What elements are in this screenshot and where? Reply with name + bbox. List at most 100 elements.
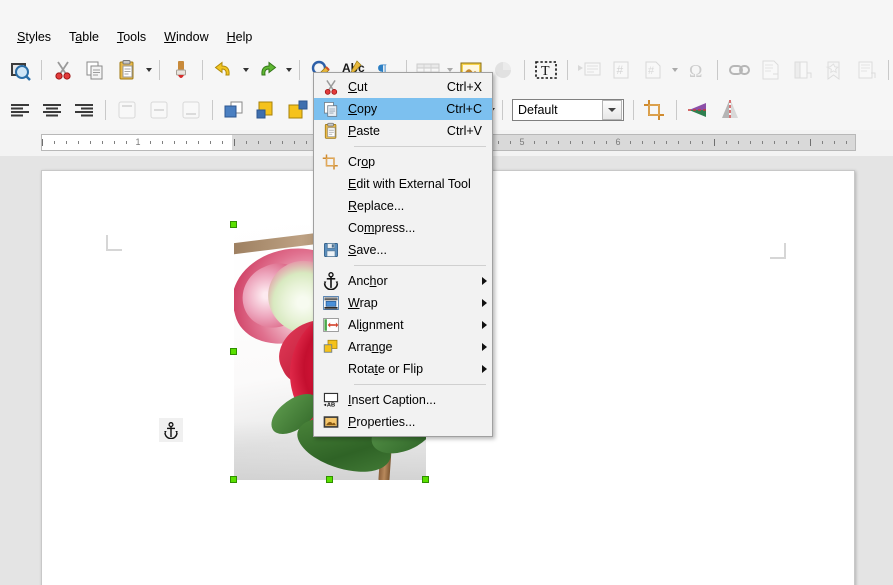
ruler-tick: [234, 139, 235, 146]
endnote-icon[interactable]: [789, 56, 817, 84]
cross-reference-icon[interactable]: [853, 56, 881, 84]
context-menu-item-crop[interactable]: Crop: [314, 151, 492, 173]
align-center-icon[interactable]: [38, 96, 66, 124]
image-style-value: Default: [513, 103, 602, 117]
ruler-tick: [294, 141, 295, 144]
selection-handle[interactable]: [230, 348, 237, 355]
context-menu-item-label: Save...: [348, 243, 492, 257]
context-menu-item-label: Replace...: [348, 199, 492, 213]
undo-dropdown-caret[interactable]: [240, 57, 251, 83]
toolbar-separator: [633, 100, 634, 120]
crop-icon: [314, 151, 348, 173]
insert-chart-icon[interactable]: [489, 56, 517, 84]
svg-text:Ω: Ω: [689, 61, 702, 81]
no-icon: [314, 173, 348, 195]
context-menu-item-insert-caption[interactable]: ABInsert Caption...: [314, 389, 492, 411]
ruler-tick: [498, 141, 499, 144]
submenu-arrow-icon: [476, 343, 492, 351]
menu-bar: Styles Table Tools Window Help: [0, 0, 893, 51]
context-menu-item-cut[interactable]: CutCtrl+X: [314, 76, 492, 98]
no-icon: [314, 195, 348, 217]
ruler-tick: [570, 141, 571, 144]
copy-icon[interactable]: [81, 56, 109, 84]
ruler-tick: [306, 141, 307, 144]
cut-icon[interactable]: [49, 56, 77, 84]
insert-field2-icon[interactable]: #: [639, 56, 667, 84]
context-menu-item-compress[interactable]: Compress...: [314, 217, 492, 239]
ruler-tick: [174, 141, 175, 144]
clone-formatting-icon[interactable]: [167, 56, 195, 84]
ruler-tick: [222, 141, 223, 144]
bring-to-front-icon[interactable]: [284, 96, 312, 124]
menu-table[interactable]: Table: [60, 27, 108, 47]
flip-horizontally-icon[interactable]: [716, 96, 744, 124]
context-menu-item-arrange[interactable]: Arrange: [314, 336, 492, 358]
anchor-icon[interactable]: [159, 418, 183, 442]
send-backward-icon[interactable]: [252, 96, 280, 124]
menu-tools[interactable]: Tools: [108, 27, 155, 47]
insert-field-dropdown-caret[interactable]: [669, 57, 680, 83]
ruler-tick: [126, 141, 127, 144]
selection-handle[interactable]: [326, 476, 333, 483]
image-style-dropdown-button[interactable]: [602, 100, 622, 120]
toolbar-separator: [41, 60, 42, 80]
bring-forward-icon[interactable]: [220, 96, 248, 124]
context-menu-item-wrap[interactable]: Wrap: [314, 292, 492, 314]
align-middle-icon[interactable]: [145, 96, 173, 124]
context-menu-item-edit-with-external-tool[interactable]: Edit with External Tool: [314, 173, 492, 195]
selection-handle[interactable]: [230, 221, 237, 228]
ruler-tick: [534, 141, 535, 144]
copy-icon: [314, 98, 348, 120]
image-style-combo[interactable]: Default: [512, 99, 624, 121]
redo-dropdown-caret[interactable]: [283, 57, 294, 83]
print-preview-icon[interactable]: [6, 56, 34, 84]
context-menu-item-properties[interactable]: Properties...: [314, 411, 492, 433]
context-menu-item-rotate-or-flip[interactable]: Rotate or Flip: [314, 358, 492, 380]
paste-dropdown-caret[interactable]: [143, 57, 154, 83]
hyperlink-icon[interactable]: [725, 56, 753, 84]
context-menu-item-replace[interactable]: Replace...: [314, 195, 492, 217]
insert-caption-icon: AB: [314, 389, 348, 411]
toolbar-separator: [159, 60, 160, 80]
context-menu-item-paste[interactable]: PasteCtrl+V: [314, 120, 492, 142]
context-menu-item-copy[interactable]: CopyCtrl+C: [314, 98, 492, 120]
paste-icon[interactable]: [113, 56, 141, 84]
flip-vertically-icon[interactable]: [684, 96, 712, 124]
ruler-tick: [42, 139, 43, 146]
ruler-tick: [186, 141, 187, 144]
text-boundary-mark-top-right: [770, 243, 786, 259]
context-menu-item-alignment[interactable]: Alignment: [314, 314, 492, 336]
context-menu-item-label: Wrap: [348, 296, 476, 310]
bookmark-icon[interactable]: [821, 56, 849, 84]
context-menu-item-save[interactable]: Save...: [314, 239, 492, 261]
footnote-icon[interactable]: [757, 56, 785, 84]
ruler-tick: [690, 141, 691, 144]
undo-icon[interactable]: [210, 56, 238, 84]
special-character-icon[interactable]: Ω: [682, 56, 710, 84]
insert-text-box-icon[interactable]: T: [532, 56, 560, 84]
ruler-tick: [798, 141, 799, 144]
selection-handle[interactable]: [230, 476, 237, 483]
text-boundary-mark-top-left: [106, 235, 122, 251]
align-top-icon[interactable]: [113, 96, 141, 124]
context-menu-item-label: Anchor: [348, 274, 476, 288]
context-menu-item-anchor[interactable]: Anchor: [314, 270, 492, 292]
libreoffice-writer-window: Styles Table Tools Window Help: [0, 0, 893, 585]
menu-styles[interactable]: Styles: [8, 27, 60, 47]
crop-icon[interactable]: [641, 96, 669, 124]
align-right-icon[interactable]: [70, 96, 98, 124]
image-context-menu[interactable]: CutCtrl+X CopyCtrl+C PasteCtrl+V CropEdi…: [313, 72, 493, 437]
ruler-tick: [846, 141, 847, 144]
page-break-icon[interactable]: [575, 56, 603, 84]
insert-field-icon[interactable]: #: [607, 56, 635, 84]
ruler-tick: [738, 141, 739, 144]
menu-window[interactable]: Window: [155, 27, 217, 47]
toolbar-separator: [502, 100, 503, 120]
ruler-tick: [102, 141, 103, 144]
align-bottom-icon[interactable]: [177, 96, 205, 124]
selection-handle[interactable]: [422, 476, 429, 483]
align-left-icon[interactable]: [6, 96, 34, 124]
ruler-tick: [786, 141, 787, 144]
menu-help[interactable]: Help: [218, 27, 262, 47]
redo-icon[interactable]: [253, 56, 281, 84]
